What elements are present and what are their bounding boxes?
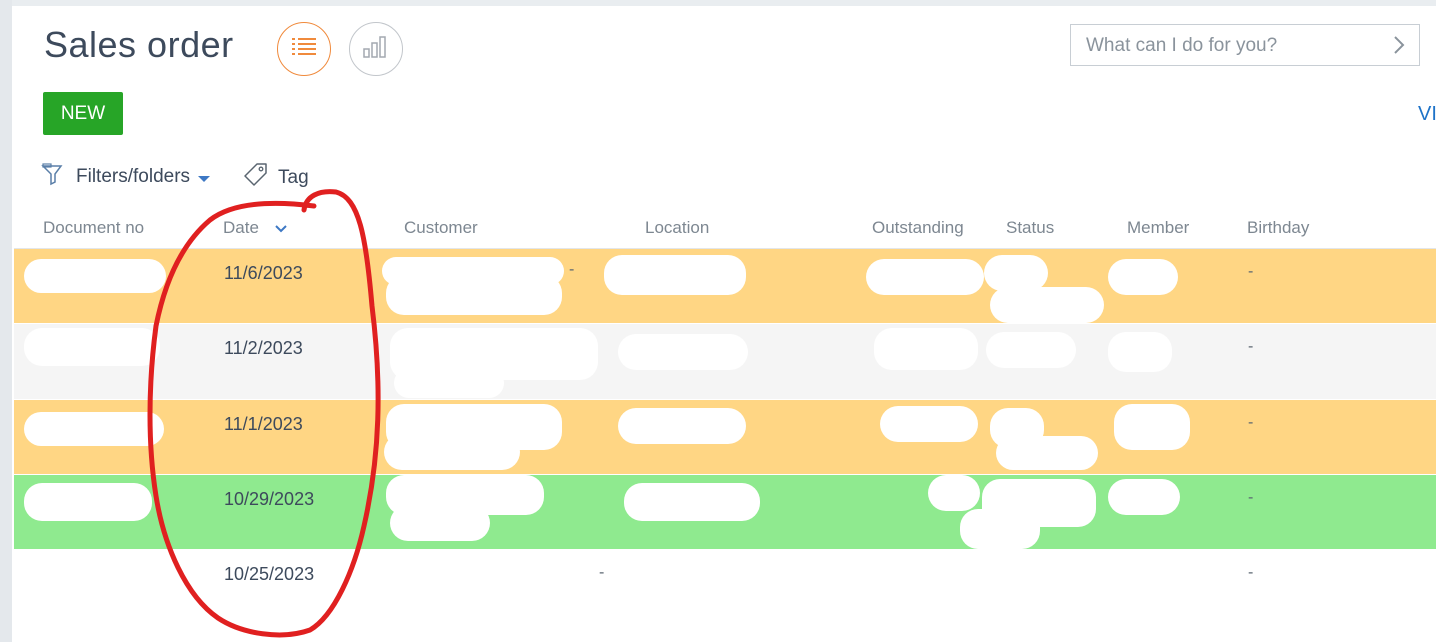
redaction xyxy=(618,408,746,444)
customer-cell: - xyxy=(599,564,605,581)
table-row[interactable]: 11/2/2023 - xyxy=(14,324,1436,399)
column-header-location[interactable]: Location xyxy=(645,218,709,238)
list-view-icon xyxy=(290,36,318,63)
column-header-birthday[interactable]: Birthday xyxy=(1247,218,1309,238)
table-row[interactable]: 10/25/2023 - - xyxy=(14,550,1436,624)
redaction xyxy=(386,275,562,315)
redaction xyxy=(928,475,980,511)
chevron-right-icon[interactable] xyxy=(1393,35,1405,60)
redaction xyxy=(986,332,1076,368)
filter-folder-icon xyxy=(41,162,67,192)
redaction xyxy=(874,328,978,370)
redaction xyxy=(1108,479,1180,515)
chevron-down-icon xyxy=(198,175,211,182)
view-link[interactable]: VI xyxy=(1418,103,1436,126)
redaction xyxy=(984,255,1048,291)
page-title: Sales order xyxy=(44,24,234,65)
redaction xyxy=(1108,259,1178,295)
date-cell: 11/1/2023 xyxy=(224,414,303,434)
command-search-field[interactable]: What can I do for you? xyxy=(1070,24,1420,66)
table-row[interactable]: 11/1/2023 - xyxy=(14,400,1436,474)
tag-label: Tag xyxy=(278,167,309,188)
redaction xyxy=(1108,332,1172,372)
column-header-customer[interactable]: Customer xyxy=(404,218,478,238)
filters-label: Filters/folders xyxy=(76,166,191,187)
date-cell: 10/25/2023 xyxy=(224,564,315,584)
filters-folders-button[interactable]: Filters/folders xyxy=(41,162,211,192)
birthday-cell: - xyxy=(1248,489,1254,506)
chart-view-button[interactable] xyxy=(349,22,403,76)
column-header-outstanding[interactable]: Outstanding xyxy=(872,218,964,238)
redaction xyxy=(1114,404,1190,450)
redaction xyxy=(866,259,984,295)
redaction xyxy=(960,509,1040,549)
redaction xyxy=(996,436,1098,470)
redaction xyxy=(384,434,520,470)
sales-order-page: Sales order What can I do for you? NEW V… xyxy=(14,6,1436,642)
column-header-date-label: Date xyxy=(223,218,259,237)
redaction xyxy=(24,259,166,293)
redaction xyxy=(604,255,746,295)
table-row[interactable]: 11/6/2023 - - xyxy=(14,249,1436,323)
redaction xyxy=(880,406,978,442)
redaction xyxy=(24,483,152,521)
redaction xyxy=(24,328,160,366)
redaction xyxy=(990,287,1104,323)
birthday-cell: - xyxy=(1248,564,1254,581)
search-placeholder: What can I do for you? xyxy=(1086,35,1278,56)
chart-view-icon xyxy=(362,35,390,64)
column-header-status[interactable]: Status xyxy=(1006,218,1054,238)
customer-extra-cell: - xyxy=(569,261,575,278)
redaction xyxy=(624,483,760,521)
date-cell: 10/29/2023 xyxy=(224,489,315,509)
redaction xyxy=(394,368,504,398)
left-edge-bar xyxy=(0,0,12,642)
date-cell: 11/6/2023 xyxy=(224,263,303,283)
sort-down-icon[interactable] xyxy=(274,219,288,239)
tag-icon xyxy=(243,162,269,194)
new-button[interactable]: NEW xyxy=(43,92,123,135)
column-header-document-no[interactable]: Document no xyxy=(43,218,144,238)
column-header-member[interactable]: Member xyxy=(1127,218,1189,238)
birthday-cell: - xyxy=(1248,338,1254,355)
column-header-date[interactable]: Date xyxy=(223,218,288,239)
redaction xyxy=(24,412,164,446)
tag-button[interactable]: Tag xyxy=(243,162,309,194)
redaction xyxy=(618,334,748,370)
birthday-cell: - xyxy=(1248,263,1254,280)
date-cell: 11/2/2023 xyxy=(224,338,303,358)
list-view-button[interactable] xyxy=(277,22,331,76)
table-row[interactable]: 10/29/2023 - xyxy=(14,475,1436,549)
birthday-cell: - xyxy=(1248,414,1254,431)
redaction xyxy=(390,505,490,541)
